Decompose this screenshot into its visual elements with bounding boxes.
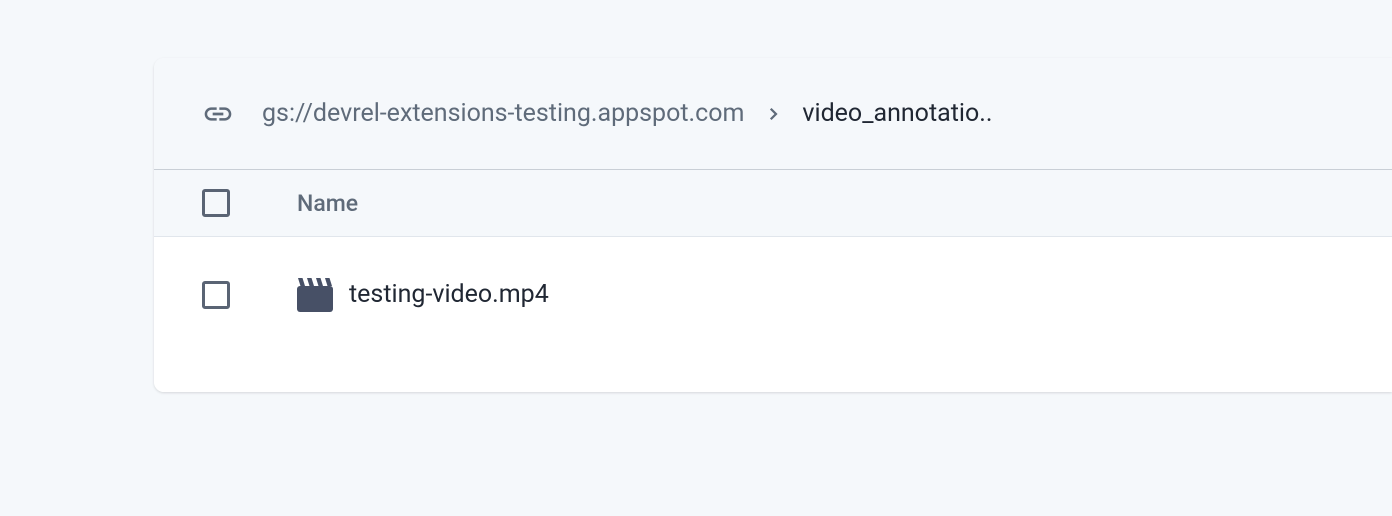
select-all-checkbox[interactable]	[202, 189, 230, 217]
table-header: Name	[154, 170, 1392, 237]
storage-browser-panel: gs://devrel-extensions-testing.appspot.c…	[154, 58, 1392, 392]
video-file-icon	[297, 278, 333, 312]
table-row[interactable]: testing-video.mp4	[154, 237, 1392, 352]
column-header-name[interactable]: Name	[297, 190, 358, 217]
file-name: testing-video.mp4	[349, 280, 549, 309]
link-icon[interactable]	[202, 98, 234, 130]
breadcrumb-current[interactable]: video_annotatio..	[802, 99, 992, 128]
row-checkbox[interactable]	[202, 281, 230, 309]
breadcrumb-bucket[interactable]: gs://devrel-extensions-testing.appspot.c…	[262, 99, 744, 128]
chevron-right-icon	[764, 105, 782, 123]
panel-footer-space	[154, 352, 1392, 392]
breadcrumb: gs://devrel-extensions-testing.appspot.c…	[154, 58, 1392, 170]
